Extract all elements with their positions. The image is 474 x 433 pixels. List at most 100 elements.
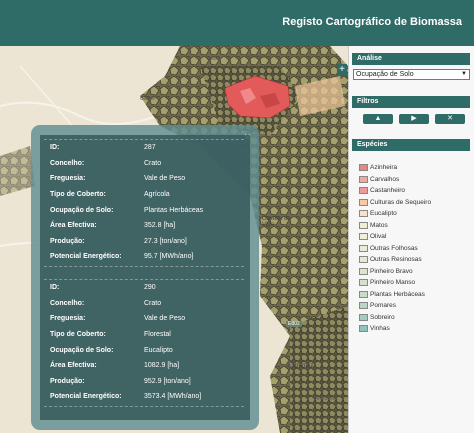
field-label: Potencial Energético: bbox=[50, 393, 122, 400]
field-value: 1082.9 [ha] bbox=[144, 362, 180, 369]
field-value: Eucalipto bbox=[144, 347, 173, 354]
legend-item[interactable]: Carvalhos bbox=[359, 176, 399, 187]
legend-label: Outras Resinosas bbox=[370, 256, 422, 263]
legend-swatch bbox=[359, 245, 368, 252]
legend-swatch bbox=[359, 302, 368, 309]
field-label: Ocupação de Solo: bbox=[50, 347, 114, 354]
field-label: Freguesia: bbox=[50, 315, 86, 322]
field-value: Florestal bbox=[144, 331, 171, 338]
legend-label: Pomares bbox=[370, 302, 397, 309]
field-value: Crato bbox=[144, 300, 162, 307]
field-label: Concelho: bbox=[50, 160, 85, 167]
legend-label: Pinheiro Bravo bbox=[370, 268, 413, 275]
record-row: Produção: 27.3 [ton/ano] bbox=[50, 238, 245, 252]
section-header-especies[interactable]: Espécies bbox=[352, 139, 470, 151]
record-row: Produção: 952.9 [ton/ano] bbox=[50, 378, 245, 392]
map-view[interactable]: Tolosa Gáfete Alpalhão Castelo de Vide E… bbox=[0, 46, 348, 433]
field-value: 95.7 [MWh/ano] bbox=[144, 253, 194, 260]
record-row: Concelho: Crato bbox=[50, 160, 245, 174]
popup-content: ID: 287 Concelho: Crato Freguesia: Vale de … bbox=[40, 135, 250, 420]
road-badge: E802 bbox=[286, 321, 302, 327]
field-value: Vale de Peso bbox=[144, 315, 186, 322]
analysis-select-value: Ocupação de Solo bbox=[356, 71, 414, 78]
field-value: Crato bbox=[144, 160, 162, 167]
chevron-down-icon: ▼ bbox=[461, 71, 467, 77]
legend-item[interactable]: Eucalipto bbox=[359, 210, 397, 221]
field-label: ID: bbox=[50, 144, 60, 151]
field-label: Tipo de Coberto: bbox=[50, 191, 106, 198]
legend-swatch bbox=[359, 325, 368, 332]
record-row: Freguesia: Vale de Peso bbox=[50, 175, 245, 189]
record-row: Ocupação de Solo: Eucalipto bbox=[50, 347, 245, 361]
record-row: Concelho: Crato bbox=[50, 300, 245, 314]
legend-label: Culturas de Sequeiro bbox=[370, 199, 432, 206]
field-label: ID: bbox=[50, 284, 60, 291]
field-value: 287 bbox=[144, 144, 156, 151]
map-label-tolosa: Tolosa bbox=[206, 56, 221, 62]
legend-label: Sobreiro bbox=[370, 314, 395, 321]
record-row: ID: 290 bbox=[50, 284, 245, 298]
record-row: Tipo de Coberto: Florestal bbox=[50, 331, 245, 345]
legend-item[interactable]: Plantas Herbáceas bbox=[359, 291, 425, 302]
record-row: Área Efectiva: 352.8 [ha] bbox=[50, 222, 245, 236]
legend-item[interactable]: Pomares bbox=[359, 302, 396, 313]
field-label: Potencial Energético: bbox=[50, 253, 122, 260]
app-header: Registo Cartográfico de Biomassa bbox=[0, 0, 474, 46]
record-card: ID: 290 Concelho: Crato Freguesia: Vale de … bbox=[44, 279, 244, 407]
legend-swatch bbox=[359, 268, 368, 275]
field-value: 27.3 [ton/ano] bbox=[144, 238, 187, 245]
record-row: Tipo de Coberto: Agrícola bbox=[50, 191, 245, 205]
legend-item[interactable]: Outras Folhosas bbox=[359, 245, 418, 256]
legend-item[interactable]: Outras Resinosas bbox=[359, 256, 422, 267]
map-label-estremoz: Estremoz bbox=[288, 363, 314, 369]
field-value: 3573.4 [MWh/ano] bbox=[144, 393, 202, 400]
map-expand-button[interactable]: + bbox=[337, 64, 347, 76]
legend-item[interactable]: Azinheira bbox=[359, 164, 397, 175]
analysis-select[interactable]: Ocupação de Solo ▼ bbox=[353, 69, 470, 80]
legend-swatch bbox=[359, 291, 368, 298]
legend-label: Vinhas bbox=[370, 325, 390, 332]
legend-item[interactable]: Pinheiro Bravo bbox=[359, 268, 413, 279]
legend-swatch bbox=[359, 314, 368, 321]
legend-swatch bbox=[359, 210, 368, 217]
map-label-arronches: Arronches bbox=[315, 396, 338, 402]
filter-apply-button[interactable]: ▶ bbox=[399, 114, 429, 124]
legend-label: Matos bbox=[370, 222, 388, 229]
field-label: Concelho: bbox=[50, 300, 85, 307]
legend-label: Outras Folhosas bbox=[370, 245, 418, 252]
filter-clear-button[interactable]: ✕ bbox=[435, 114, 465, 124]
legend-swatch bbox=[359, 222, 368, 229]
legend-item[interactable]: Vinhas bbox=[359, 325, 390, 336]
field-label: Freguesia: bbox=[50, 175, 86, 182]
field-value: Vale de Peso bbox=[144, 175, 186, 182]
legend-label: Pinheiro Manso bbox=[370, 279, 416, 286]
legend-label: Azinheira bbox=[370, 164, 398, 171]
legend-swatch bbox=[359, 187, 368, 194]
field-label: Ocupação de Solo: bbox=[50, 207, 114, 214]
field-label: Produção: bbox=[50, 238, 85, 245]
legend-swatch bbox=[359, 176, 368, 183]
legend-item[interactable]: Sobreiro bbox=[359, 314, 395, 325]
map-label-castelo-de-vide: Castelo de Vide bbox=[262, 216, 291, 228]
record-card: ID: 287 Concelho: Crato Freguesia: Vale de … bbox=[44, 139, 244, 267]
legend-swatch bbox=[359, 256, 368, 263]
map-label-gafete: Gáfete bbox=[140, 96, 156, 102]
legend-item[interactable]: Olival bbox=[359, 233, 386, 244]
legend-item[interactable]: Matos bbox=[359, 222, 388, 233]
legend-label: Castanheiro bbox=[370, 187, 406, 194]
record-row: Área Efectiva: 1082.9 [ha] bbox=[50, 362, 245, 376]
section-header-filtros[interactable]: Filtros bbox=[352, 96, 470, 108]
filter-up-button[interactable]: ▲ bbox=[363, 114, 393, 124]
map-label-alpalhao: Alpalhão bbox=[246, 54, 266, 60]
sidebar: Análise Ocupação de Solo ▼ Filtros ▲ ▶ ✕… bbox=[348, 46, 474, 433]
legend-swatch bbox=[359, 164, 368, 171]
field-value: 290 bbox=[144, 284, 156, 291]
legend-swatch bbox=[359, 233, 368, 240]
record-row: Ocupação de Solo: Plantas Herbáceas bbox=[50, 207, 245, 221]
legend-item[interactable]: Castanheiro bbox=[359, 187, 405, 198]
legend-item[interactable]: Culturas de Sequeiro bbox=[359, 199, 431, 210]
field-value: 352.8 [ha] bbox=[144, 222, 176, 229]
legend-item[interactable]: Pinheiro Manso bbox=[359, 279, 415, 290]
legend-swatch bbox=[359, 279, 368, 286]
section-header-analise[interactable]: Análise bbox=[352, 53, 470, 65]
